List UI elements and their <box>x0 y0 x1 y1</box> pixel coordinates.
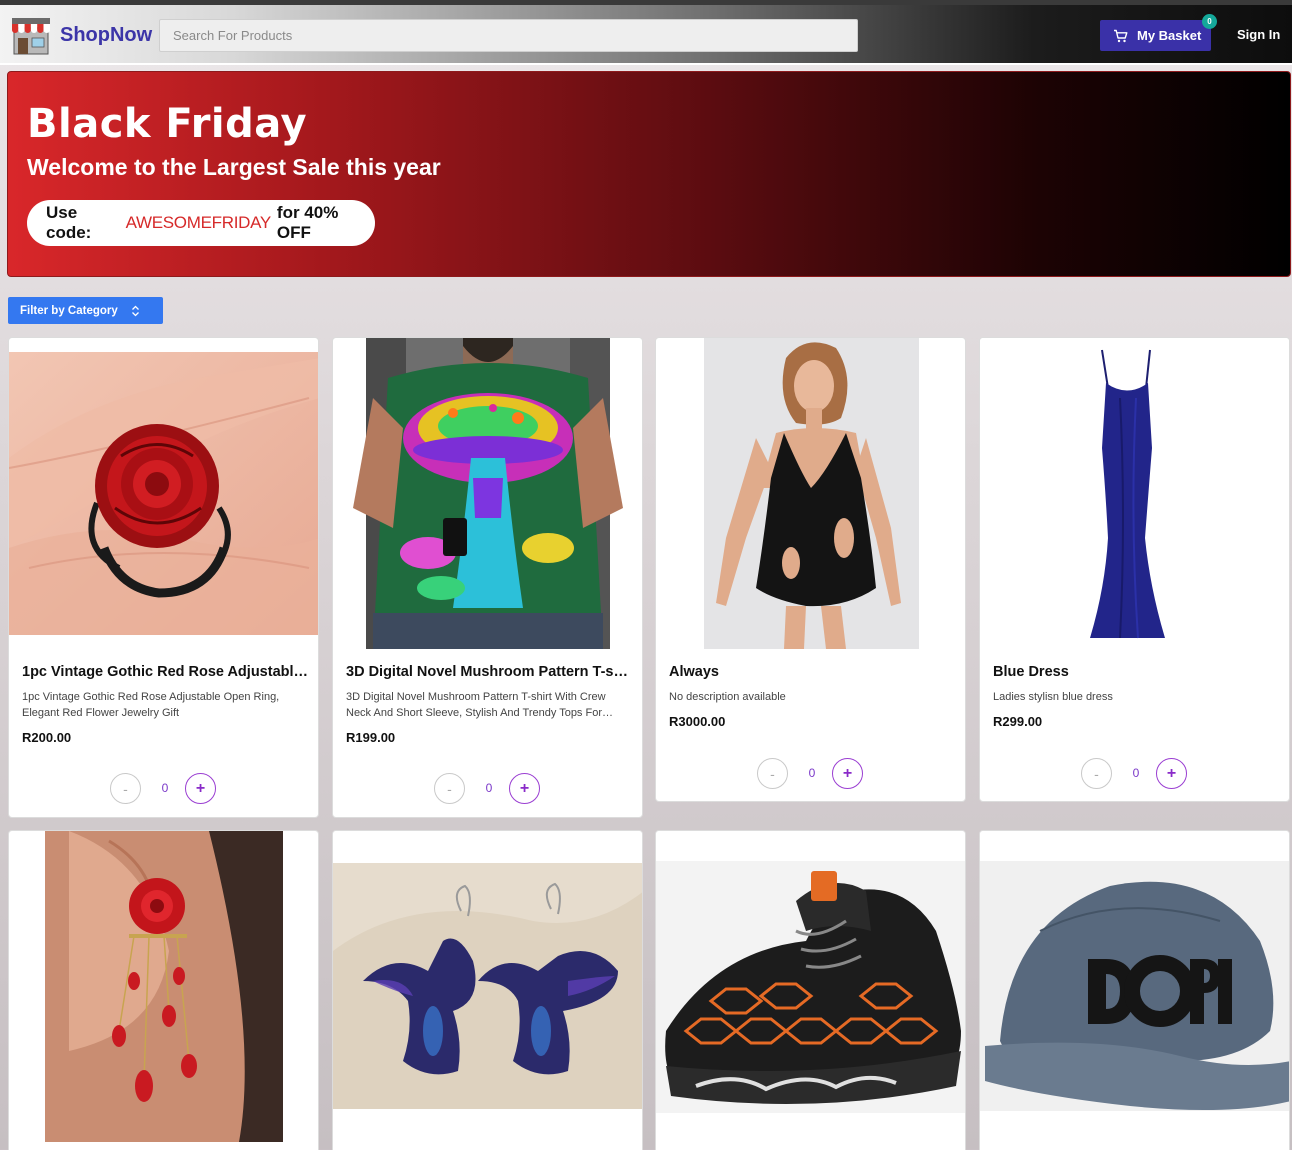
cart-icon <box>1114 29 1128 42</box>
sneaker-image[interactable] <box>656 831 965 1142</box>
quantity-stepper: - 0 + <box>110 773 220 805</box>
black-cutout-dress-image[interactable] <box>656 338 965 649</box>
quantity-stepper: - 0 + <box>757 758 867 790</box>
rose-earring-image[interactable] <box>9 831 318 1142</box>
product-description: No description available <box>669 691 786 703</box>
quantity-value: 0 <box>808 766 816 780</box>
decrease-quantity-button[interactable]: - <box>757 758 788 789</box>
sign-in-link[interactable]: Sign In <box>1237 27 1280 42</box>
increase-quantity-button[interactable]: + <box>185 773 216 804</box>
blue-dress-image[interactable] <box>980 338 1289 649</box>
quantity-value: 0 <box>485 781 493 795</box>
quantity-value: 0 <box>161 781 169 795</box>
quantity-stepper: - 0 + <box>434 773 544 805</box>
product-card[interactable] <box>8 830 319 1150</box>
product-price: R299.00 <box>993 714 1043 729</box>
dope-cap-image[interactable] <box>980 831 1289 1142</box>
promo-code-pill: Use code: AWESOMEFRIDAY for 40% OFF <box>27 200 375 246</box>
product-card[interactable]: 3D Digital Novel Mushroom Pattern T-shir… <box>332 337 643 818</box>
mushroom-tshirt-image[interactable] <box>333 338 642 649</box>
banner-title: Black Friday <box>27 101 308 147</box>
my-basket-button[interactable]: My Basket <box>1100 20 1211 51</box>
filter-by-category-select[interactable]: Filter by Category <box>8 297 163 324</box>
product-card[interactable]: Blue Dress Ladies stylisn blue dress R29… <box>979 337 1290 802</box>
my-basket-label: My Basket <box>1137 28 1202 43</box>
increase-quantity-button[interactable]: + <box>509 773 540 804</box>
filter-label: Filter by Category <box>20 304 118 317</box>
product-description: 1pc Vintage Gothic Red Rose Adjustable O… <box>22 691 280 719</box>
black-friday-banner: Black Friday Welcome to the Largest Sale… <box>7 71 1291 277</box>
decrease-quantity-button[interactable]: - <box>1081 758 1112 789</box>
product-card[interactable] <box>655 830 966 1150</box>
increase-quantity-button[interactable]: + <box>1156 758 1187 789</box>
promo-code: AWESOMEFRIDAY <box>125 213 272 232</box>
product-price: R199.00 <box>346 730 396 745</box>
decrease-quantity-button[interactable]: - <box>434 773 465 804</box>
banner-subtitle: Welcome to the Largest Sale this year <box>27 154 441 180</box>
quantity-stepper: - 0 + <box>1081 758 1191 790</box>
promo-suffix: for 40% OFF <box>276 203 339 242</box>
product-price: R200.00 <box>22 730 72 745</box>
product-card[interactable] <box>979 830 1290 1150</box>
product-name[interactable]: Always <box>669 664 959 680</box>
promo-prefix: Use code: <box>46 203 92 242</box>
product-description: Ladies stylisn blue dress <box>993 691 1113 703</box>
quantity-value: 0 <box>1132 766 1140 780</box>
storefront-icon <box>12 18 50 55</box>
top-navbar: ShopNow My Basket 0 Sign In <box>0 5 1292 65</box>
product-card[interactable]: Always No description available R3000.00… <box>655 337 966 802</box>
search-input[interactable] <box>159 19 858 52</box>
product-name[interactable]: 3D Digital Novel Mushroom Pattern T-shir… <box>346 664 636 680</box>
dragon-earrings-image[interactable] <box>333 831 642 1142</box>
product-description: 3D Digital Novel Mushroom Pattern T-shir… <box>346 691 613 719</box>
product-card[interactable]: 1pc Vintage Gothic Red Rose Adjustable..… <box>8 337 319 818</box>
basket-count-badge: 0 <box>1202 14 1217 29</box>
red-rose-ring-image[interactable] <box>9 338 318 649</box>
chevron-updown-icon <box>131 305 139 316</box>
brand-logo[interactable]: ShopNow <box>10 14 152 56</box>
brand-name: ShopNow <box>60 23 153 46</box>
product-name[interactable]: 1pc Vintage Gothic Red Rose Adjustable..… <box>22 664 312 680</box>
product-card[interactable] <box>332 830 643 1150</box>
product-name[interactable]: Blue Dress <box>993 664 1283 680</box>
increase-quantity-button[interactable]: + <box>832 758 863 789</box>
decrease-quantity-button[interactable]: - <box>110 773 141 804</box>
product-price: R3000.00 <box>669 714 726 729</box>
